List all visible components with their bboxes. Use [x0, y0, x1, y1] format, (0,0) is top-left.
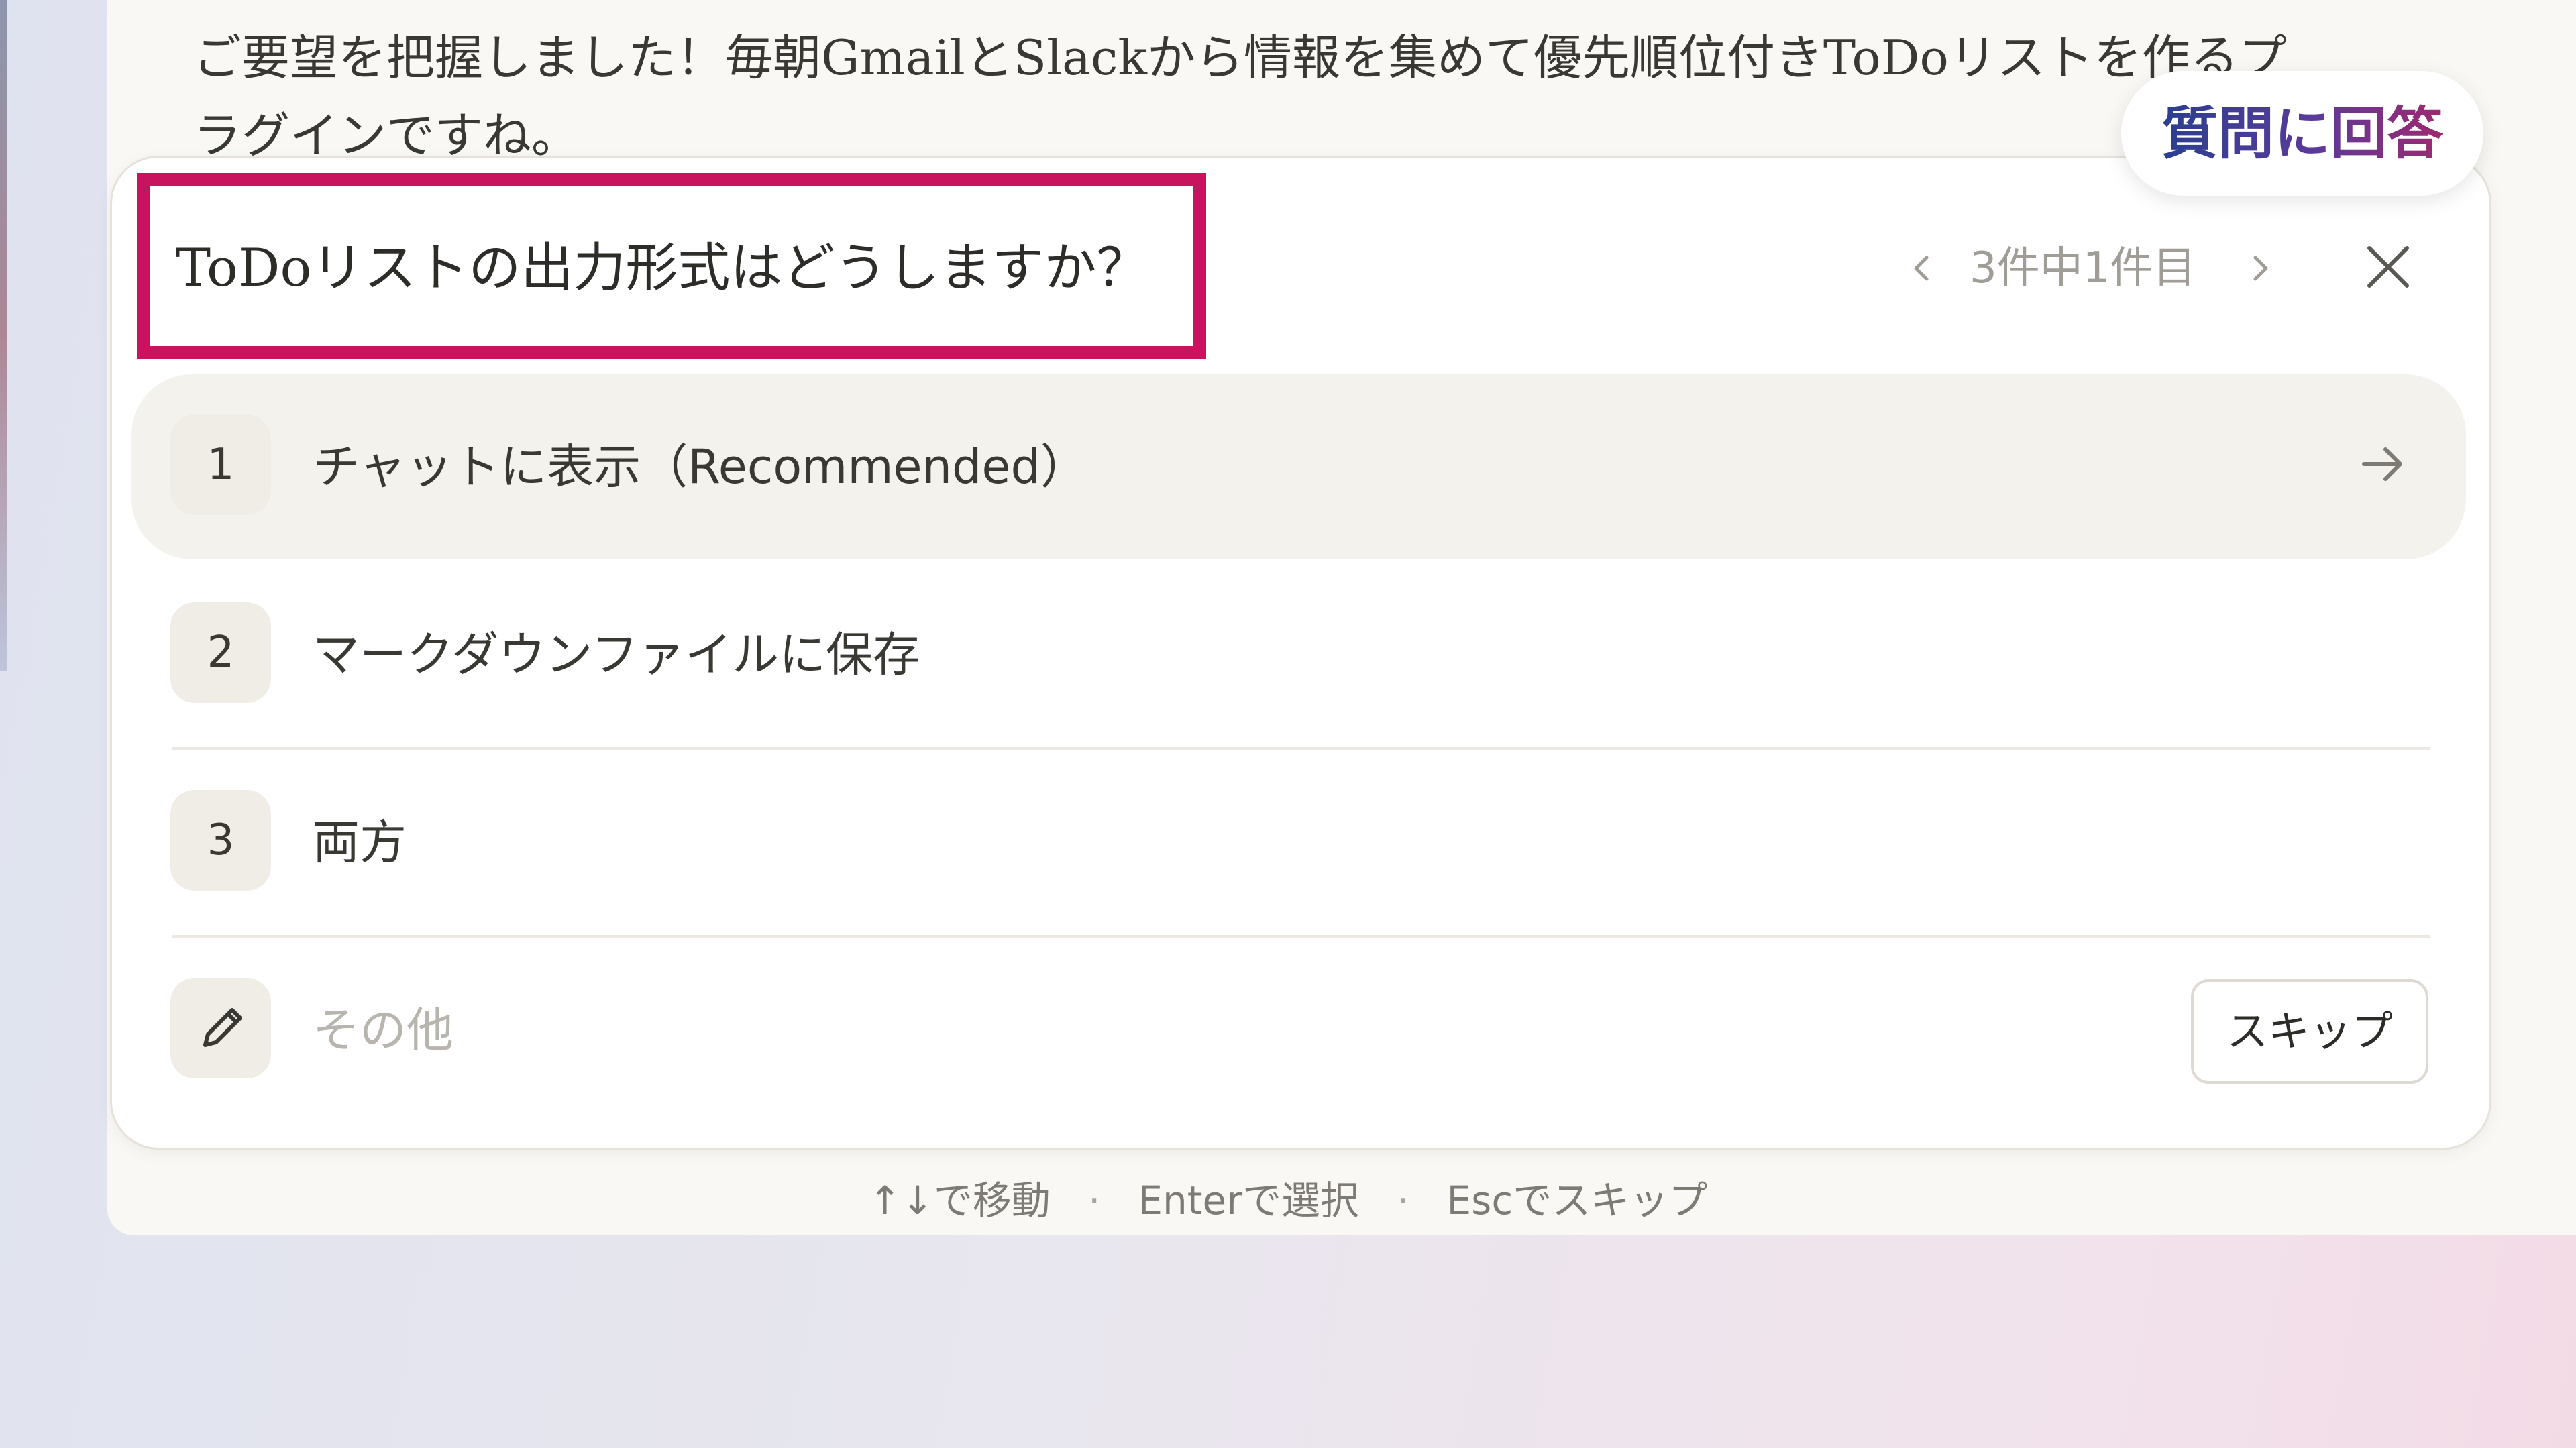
answer-question-badge: 質問に回答	[2121, 71, 2483, 196]
option-number: 3	[170, 790, 271, 891]
option-label: マークダウンファイルに保存	[313, 627, 920, 682]
hint-skip: Escでスキップ	[1446, 1178, 1708, 1223]
pencil-icon-badge	[170, 978, 271, 1078]
window-edge-strip	[0, 0, 7, 671]
option-number: 1	[170, 414, 271, 515]
option-other-input[interactable]: その他	[131, 938, 2466, 1123]
close-button[interactable]	[2361, 240, 2415, 294]
answer-question-badge-label: 質問に回答	[2161, 101, 2443, 166]
question-counter: 3件中1件目	[1970, 243, 2196, 293]
hint-separator: ·	[1087, 1178, 1101, 1223]
option-label: チャットに表示（Recommended）	[313, 439, 1087, 494]
hint-move: ↑↓で移動	[868, 1178, 1051, 1223]
chevron-right-icon	[2253, 256, 2268, 281]
other-placeholder: その他	[313, 1003, 453, 1058]
hint-select: Enterで選択	[1138, 1178, 1360, 1223]
option-both[interactable]: 3 両方	[131, 750, 2466, 935]
option-number: 2	[170, 602, 271, 703]
option-chat-display[interactable]: 1 チャットに表示（Recommended）	[131, 374, 2466, 559]
option-label: 両方	[313, 815, 407, 870]
arrow-right-icon	[2362, 447, 2402, 481]
question-title: ToDoリストの出力形式はどうしますか？	[176, 238, 1149, 298]
close-icon	[2367, 246, 2409, 288]
pencil-icon	[203, 1008, 242, 1047]
next-question-button[interactable]	[2245, 235, 2278, 302]
chevron-left-icon	[1914, 256, 1929, 281]
keyboard-hints: ↑↓で移動 · Enterで選択 · Escでスキップ	[0, 1167, 2576, 1234]
hint-separator: ·	[1397, 1178, 1409, 1223]
skip-button[interactable]: スキップ	[2191, 979, 2428, 1084]
assistant-message: ご要望を把握しました！毎朝GmailとSlackから情報を集めて優先順位付きTo…	[193, 30, 2287, 164]
option-save-markdown[interactable]: 2 マークダウンファイルに保存	[131, 562, 2466, 747]
previous-question-button[interactable]	[1904, 235, 1937, 302]
